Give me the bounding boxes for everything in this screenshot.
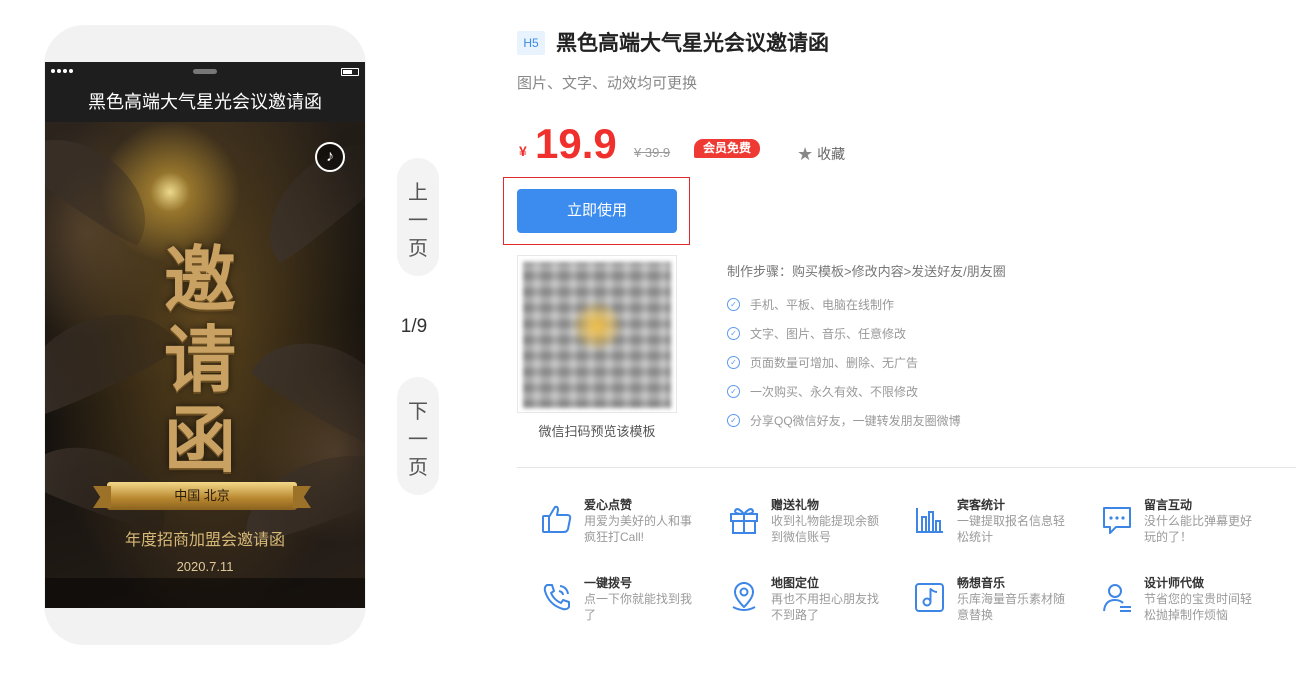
feather-decoration bbox=[45, 114, 169, 250]
feature-comments: 留言互动 没什么能比弹幕更好玩的了！ bbox=[1100, 496, 1280, 546]
feature-title: 一键拨号 bbox=[584, 576, 633, 590]
price: 19.9 bbox=[535, 120, 617, 167]
feature-desc: 用爱为美好的人和事疯狂打Call! bbox=[584, 514, 693, 544]
feature-desc: 没什么能比弹幕更好玩的了！ bbox=[1144, 514, 1253, 544]
poster-bottom-bar bbox=[45, 578, 365, 608]
phone-page-title: 黑色高端大气星光会议邀请函 bbox=[45, 82, 365, 122]
next-page-char: 页 bbox=[408, 455, 428, 479]
next-page-char: 下 bbox=[408, 399, 428, 423]
invitation-poster: ♪ 邀 请 函 中国 北京 年度招商加盟会邀请函 2020.7.11 bbox=[45, 114, 365, 608]
designer-icon bbox=[1103, 584, 1131, 612]
checklist-item: ✓ 一次购买、永久有效、不限修改 bbox=[727, 377, 961, 406]
checklist-text: 页面数量可增加、删除、无广告 bbox=[750, 355, 919, 370]
check-circle-icon: ✓ bbox=[727, 298, 740, 311]
feature-like: 爱心点赞 用爱为美好的人和事疯狂打Call! bbox=[540, 496, 720, 546]
poster-ribbon: 中国 北京 bbox=[107, 482, 297, 510]
feather-decoration bbox=[244, 117, 365, 267]
feature-title: 畅想音乐 bbox=[957, 576, 1006, 590]
product-subtitle: 图片、文字、动效均可更换 bbox=[517, 75, 698, 92]
checklist-text: 手机、平板、电脑在线制作 bbox=[750, 297, 895, 312]
speaker-notch bbox=[193, 69, 217, 74]
product-title: 黑色高端大气星光会议邀请函 bbox=[556, 32, 829, 55]
vip-free-badge: 会员免费 bbox=[694, 139, 761, 158]
favorite-label: 收藏 bbox=[817, 146, 846, 162]
steps-title: 制作步骤：购买模板>修改内容>发送好友/朋友圈 bbox=[727, 264, 1006, 279]
check-circle-icon: ✓ bbox=[727, 414, 740, 427]
feature-gift: 赠送礼物 收到礼物能提现余额到微信账号 bbox=[727, 496, 907, 546]
signal-icon bbox=[51, 69, 73, 73]
phone-status-bar bbox=[45, 62, 365, 82]
feature-stats: 宾客统计 一键提取报名信息轻松统计 bbox=[913, 496, 1093, 546]
h5-badge: H5 bbox=[517, 31, 545, 55]
feature-desc: 收到礼物能提现余额到微信账号 bbox=[771, 514, 880, 544]
battery-icon bbox=[341, 68, 359, 76]
music-icon bbox=[915, 583, 944, 612]
feature-desc: 乐库海量音乐素材随意替换 bbox=[957, 592, 1066, 622]
checklist-item: ✓ 页面数量可增加、删除、无广告 bbox=[727, 348, 961, 377]
feature-desc: 节省您的宝贵时间轻松抛掉制作烦恼 bbox=[1144, 592, 1253, 622]
original-price: ¥ 39.9 bbox=[634, 145, 671, 160]
qr-code-image bbox=[523, 262, 671, 408]
poster-subtitle: 年度招商加盟会邀请函 bbox=[124, 532, 285, 549]
checklist-text: 文字、图片、音乐、任意修改 bbox=[750, 326, 907, 341]
feature-title: 地图定位 bbox=[771, 576, 820, 590]
poster-date: 2020.7.11 bbox=[176, 559, 234, 574]
check-circle-icon: ✓ bbox=[727, 356, 740, 369]
music-toggle-icon[interactable]: ♪ bbox=[315, 142, 345, 172]
feature-music: 畅想音乐 乐库海量音乐素材随意替换 bbox=[913, 574, 1093, 624]
thumbs-up-icon bbox=[542, 505, 572, 533]
check-circle-icon: ✓ bbox=[727, 385, 740, 398]
feature-designer: 设计师代做 节省您的宝贵时间轻松抛掉制作烦恼 bbox=[1100, 574, 1280, 624]
price-currency: ¥ bbox=[519, 143, 527, 159]
poster-char: 函 bbox=[163, 397, 236, 482]
page-counter: 1/9 bbox=[400, 316, 428, 337]
feature-title: 赠送礼物 bbox=[771, 498, 820, 512]
phone-screen: 黑色高端大气星光会议邀请函 ♪ 邀 请 函 中国 北京 年度招商加盟会邀请函 2… bbox=[45, 62, 365, 608]
favorite-button[interactable]: ★ 收藏 bbox=[797, 144, 845, 164]
prev-page-char: 上 bbox=[408, 180, 428, 204]
prev-page-char: 一 bbox=[408, 208, 428, 232]
checklist-item: ✓ 手机、平板、电脑在线制作 bbox=[727, 290, 961, 319]
checklist-item: ✓ 分享QQ微信好友，一键转发朋友圈微博 bbox=[727, 406, 961, 435]
feature-desc: 一键提取报名信息轻松统计 bbox=[957, 514, 1066, 544]
feature-title: 设计师代做 bbox=[1144, 576, 1205, 590]
feature-dial: 一键拨号 点一下你就能找到我了 bbox=[540, 574, 720, 624]
gift-icon bbox=[730, 508, 758, 534]
section-divider bbox=[517, 467, 1296, 468]
star-icon: ★ bbox=[797, 144, 814, 164]
checklist-text: 分享QQ微信好友，一键转发朋友圈微博 bbox=[750, 413, 961, 428]
bar-chart-icon bbox=[916, 508, 943, 533]
phone-icon bbox=[543, 584, 570, 611]
checklist-text: 一次购买、永久有效、不限修改 bbox=[750, 384, 919, 399]
feature-desc: 点一下你就能找到我了 bbox=[584, 592, 693, 622]
qr-caption: 微信扫码预览该模板 bbox=[538, 424, 656, 439]
map-pin-icon bbox=[732, 582, 756, 611]
check-circle-icon: ✓ bbox=[727, 327, 740, 340]
feature-title: 留言互动 bbox=[1144, 498, 1193, 512]
feature-title: 爱心点赞 bbox=[584, 498, 633, 512]
prev-page-button[interactable]: 上 一 页 bbox=[397, 158, 439, 276]
feature-desc: 再也不用担心朋友找不到路了 bbox=[771, 592, 880, 622]
feather-decoration bbox=[248, 316, 365, 458]
qr-code-box bbox=[517, 255, 677, 413]
checklist-item: ✓ 文字、图片、音乐、任意修改 bbox=[727, 319, 961, 348]
use-now-button[interactable]: 立即使用 bbox=[517, 189, 677, 233]
poster-char: 请 bbox=[163, 317, 236, 402]
poster-char: 邀 bbox=[163, 237, 236, 322]
next-page-char: 一 bbox=[408, 427, 428, 451]
comment-icon bbox=[1103, 507, 1131, 534]
prev-page-char: 页 bbox=[408, 236, 428, 260]
feature-title: 宾客统计 bbox=[957, 498, 1006, 512]
feature-map: 地图定位 再也不用担心朋友找不到路了 bbox=[727, 574, 907, 624]
next-page-button[interactable]: 下 一 页 bbox=[397, 377, 439, 495]
feature-checklist: ✓ 手机、平板、电脑在线制作 ✓ 文字、图片、音乐、任意修改 ✓ 页面数量可增加、删除… bbox=[727, 290, 961, 435]
